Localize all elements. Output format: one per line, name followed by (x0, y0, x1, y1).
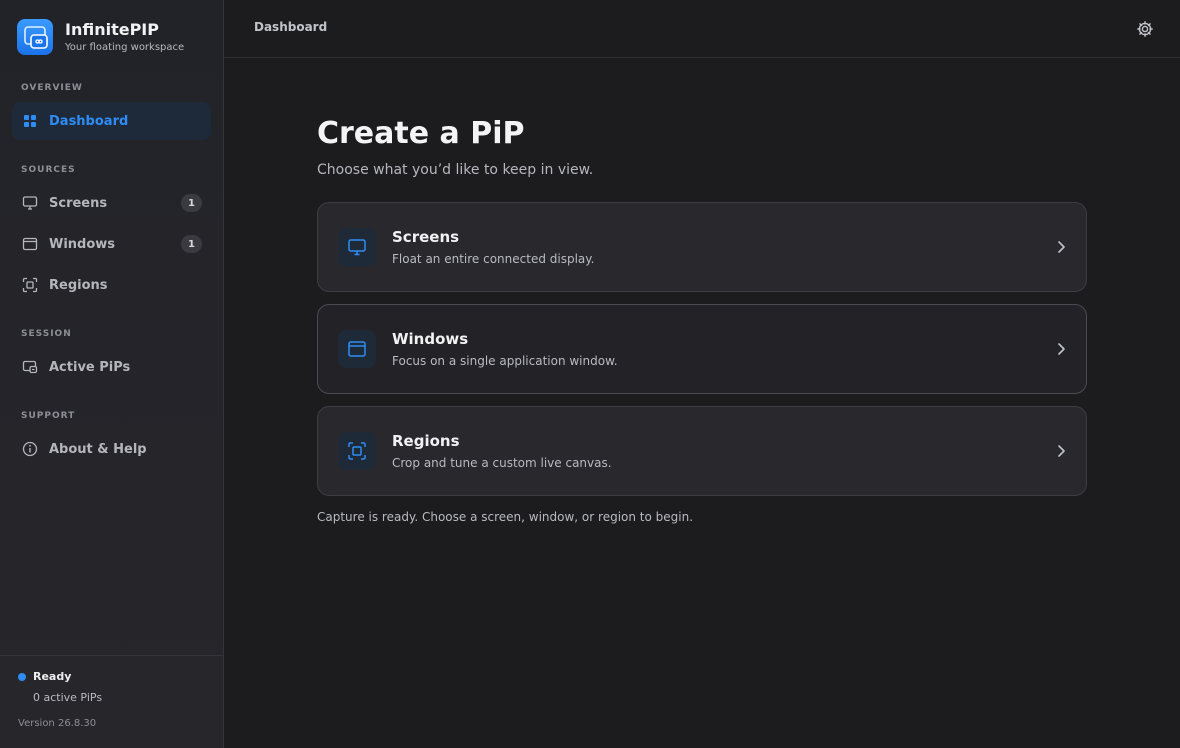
card-windows[interactable]: Windows Focus on a single application wi… (317, 304, 1087, 394)
region-icon (338, 432, 376, 470)
window-icon (338, 330, 376, 368)
section-label-overview: OVERVIEW (21, 83, 83, 93)
app-window: InfinitePIP Your floating workspace OVER… (0, 0, 1180, 748)
sidebar-item-label: About & Help (49, 441, 147, 457)
window-icon (22, 236, 38, 252)
card-screens[interactable]: Screens Float an entire connected displa… (317, 202, 1087, 292)
source-cards: Screens Float an entire connected displa… (317, 202, 1087, 496)
infinity-pip-icon (17, 19, 53, 55)
sidebar-item-active-pips[interactable]: Active PiPs (12, 348, 211, 386)
chevron-right-icon (1058, 445, 1065, 457)
section-label-sources: SOURCES (21, 165, 76, 175)
section-label-session: SESSION (21, 329, 72, 339)
region-icon (22, 277, 38, 293)
chevron-right-icon (1058, 241, 1065, 253)
card-description: Focus on a single application window. (392, 354, 618, 368)
monitor-icon (22, 195, 38, 211)
active-pips-count: 0 active PiPs (33, 691, 103, 704)
main-content: Dashboard Create a PiP Choose what you’d… (224, 0, 1180, 748)
capture-status-note: Capture is ready. Choose a screen, windo… (317, 510, 694, 524)
breadcrumb: Dashboard (254, 20, 328, 34)
sidebar-item-label: Regions (49, 277, 108, 293)
page-title: Create a PiP (317, 116, 525, 151)
grid-icon (22, 113, 38, 129)
card-regions[interactable]: Regions Crop and tune a custom live canv… (317, 406, 1087, 496)
section-label-support: SUPPORT (21, 411, 76, 421)
info-icon (22, 441, 38, 457)
sidebar-item-label: Dashboard (49, 113, 129, 129)
sidebar-item-windows[interactable]: Windows 1 (12, 225, 211, 263)
brand: InfinitePIP Your floating workspace (17, 19, 184, 55)
gear-icon[interactable] (1136, 20, 1154, 38)
card-description: Float an entire connected display. (392, 252, 595, 266)
sidebar-item-about-help[interactable]: About & Help (12, 430, 211, 468)
card-title: Regions (392, 432, 460, 450)
version-label: Version 26.8.30 (18, 718, 97, 729)
card-description: Crop and tune a custom live canvas. (392, 456, 612, 470)
sidebar-item-label: Active PiPs (49, 359, 131, 375)
top-bar: Dashboard (224, 0, 1180, 58)
count-badge: 1 (181, 194, 202, 212)
sidebar-footer: Ready 0 active PiPs Version 26.8.30 (0, 655, 223, 748)
sidebar-item-label: Windows (49, 236, 116, 252)
create-pip-panel: Create a PiP Choose what you’d like to k… (317, 116, 1087, 524)
card-title: Screens (392, 228, 460, 246)
page-subtitle: Choose what you’d like to keep in view. (317, 162, 594, 178)
status-text: Ready (33, 670, 72, 683)
card-title: Windows (392, 330, 469, 348)
status-indicator: Ready (18, 670, 71, 683)
monitor-icon (338, 228, 376, 266)
sidebar-item-label: Screens (49, 195, 108, 211)
app-tagline: Your floating workspace (65, 41, 185, 53)
status-dot (18, 672, 26, 681)
chevron-right-icon (1058, 343, 1065, 355)
app-name: InfinitePIP (65, 19, 159, 39)
sidebar-item-regions[interactable]: Regions (12, 266, 211, 304)
sidebar: InfinitePIP Your floating workspace OVER… (0, 0, 224, 748)
count-badge: 1 (181, 235, 202, 253)
sidebar-item-screens[interactable]: Screens 1 (12, 184, 211, 222)
pip-icon (22, 359, 38, 375)
sidebar-item-dashboard[interactable]: Dashboard (12, 102, 211, 140)
